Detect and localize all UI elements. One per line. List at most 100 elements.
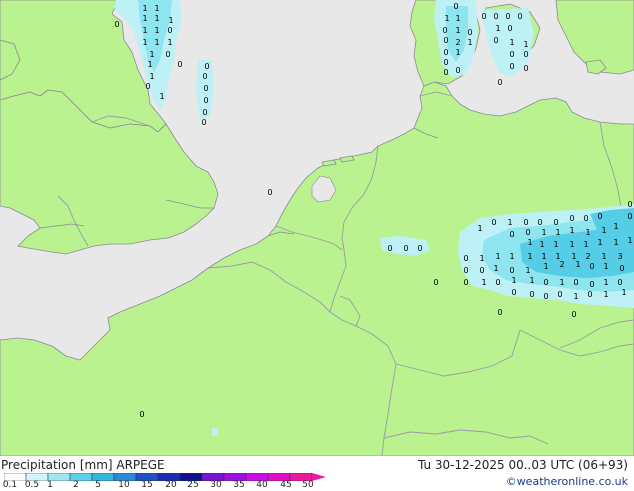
- precip-station-marker: 3: [617, 252, 622, 261]
- precip-station-marker: 1: [154, 26, 159, 35]
- precip-station-marker: 1: [569, 240, 574, 249]
- precip-station-marker: 0: [511, 288, 516, 297]
- precip-station-marker: 1: [142, 38, 147, 47]
- precip-station-marker: 1: [627, 236, 632, 245]
- precip-station-marker: 0: [443, 36, 448, 45]
- precip-station-marker: 0: [497, 308, 502, 317]
- map-title: Precipitation [mm] ARPEGE: [1, 458, 165, 472]
- precip-station-marker: 1: [569, 226, 574, 235]
- precip-station-marker: 0: [597, 212, 602, 221]
- precip-station-marker: 1: [527, 238, 532, 247]
- precip-station-marker: 1: [583, 240, 588, 249]
- precip-station-marker: 1: [525, 266, 530, 275]
- scale-tick-label: 25: [187, 480, 199, 490]
- precip-station-marker: 0: [523, 50, 528, 59]
- precip-station-marker: 1: [601, 226, 606, 235]
- precip-station-marker: 1: [543, 262, 548, 271]
- precip-station-marker: 0: [589, 280, 594, 289]
- precip-station-marker: 0: [517, 12, 522, 21]
- precip-station-marker: 1: [541, 252, 546, 261]
- precip-station-marker: 2: [585, 252, 590, 261]
- precip-station-marker: 1: [507, 218, 512, 227]
- precip-station-marker: 0: [204, 62, 209, 71]
- precip-station-marker: 0: [165, 50, 170, 59]
- precip-station-marker: 0: [114, 20, 119, 29]
- precip-station-marker: 0: [497, 78, 502, 87]
- precip-station-marker: 0: [267, 188, 272, 197]
- map-footer: Precipitation [mm] ARPEGE Tu 30-12-2025 …: [0, 456, 634, 490]
- scale-tick-label: 5: [95, 480, 101, 490]
- precip-station-marker: 0: [509, 62, 514, 71]
- precip-station-marker: 1: [154, 4, 159, 13]
- precip-station-marker: 1: [621, 288, 626, 297]
- precip-station-marker: 0: [493, 36, 498, 45]
- precip-station-marker: 0: [525, 228, 530, 237]
- precip-station-marker: 1: [154, 38, 159, 47]
- precip-station-marker: 1: [444, 14, 449, 23]
- precip-station-marker: 0: [627, 200, 632, 209]
- scale-tick-label: 1: [47, 480, 53, 490]
- precip-station-marker: 0: [453, 2, 458, 11]
- precip-station-marker: 0: [202, 108, 207, 117]
- precip-station-marker: 0: [463, 278, 468, 287]
- precip-station-marker: 0: [529, 290, 534, 299]
- scale-tick-label: 35: [233, 480, 245, 490]
- precip-station-marker: 1: [167, 38, 172, 47]
- precip-station-marker: 1: [553, 240, 558, 249]
- precip-station-marker: 1: [455, 14, 460, 23]
- precip-station-marker: 1: [613, 222, 618, 231]
- precip-station-marker: 1: [575, 260, 580, 269]
- scale-tick-label: 20: [165, 480, 177, 490]
- precip-station-marker: 0: [627, 212, 632, 221]
- scale-tick-label: 40: [256, 480, 268, 490]
- precipitation-map: 1111111011110011010000000001101002101000…: [0, 0, 634, 456]
- precip-station-marker: 0: [442, 26, 447, 35]
- precip-station-marker: 1: [495, 24, 500, 33]
- precip-station-marker: 1: [603, 278, 608, 287]
- precip-station-marker: 0: [509, 50, 514, 59]
- precip-station-marker: 1: [467, 38, 472, 47]
- precip-station-marker: 1: [603, 262, 608, 271]
- precip-station-marker: 1: [559, 278, 564, 287]
- precip-station-marker: 0: [455, 66, 460, 75]
- precip-station-marker: 1: [149, 50, 154, 59]
- precip-station-marker: 0: [543, 292, 548, 301]
- precip-station-marker: 2: [559, 260, 564, 269]
- precip-station-marker: 1: [555, 228, 560, 237]
- precip-station-marker: 1: [149, 72, 154, 81]
- valid-time: Tu 30-12-2025 00..03 UTC (06+93): [417, 458, 628, 472]
- precip-station-marker: 0: [523, 218, 528, 227]
- precip-station-marker: 1: [511, 276, 516, 285]
- precip-station-marker: 0: [463, 254, 468, 263]
- precip-station-marker: 0: [479, 266, 484, 275]
- precip-station-marker: 0: [557, 290, 562, 299]
- precip-station-marker: 1: [523, 40, 528, 49]
- precip-station-marker: 1: [481, 278, 486, 287]
- scale-tick-label: 2: [73, 480, 79, 490]
- precip-station-marker: 1: [529, 276, 534, 285]
- precip-station-marker: 1: [479, 254, 484, 263]
- precip-station-marker: 0: [139, 410, 144, 419]
- precip-station-marker: 0: [617, 278, 622, 287]
- precip-station-marker: 0: [493, 12, 498, 21]
- precip-station-marker: 1: [541, 228, 546, 237]
- scale-tick-label: 50: [302, 480, 314, 490]
- precip-station-marker: 1: [613, 238, 618, 247]
- precip-station-marker: 1: [455, 48, 460, 57]
- precip-station-marker: 1: [493, 264, 498, 273]
- scale-tick-label: 30: [210, 480, 222, 490]
- precip-station-marker: 0: [619, 264, 624, 273]
- precip-station-marker: 0: [203, 96, 208, 105]
- precip-station-marker: 1: [168, 16, 173, 25]
- precip-station-marker: 0: [443, 68, 448, 77]
- precip-station-marker: 0: [403, 244, 408, 253]
- scale-tick-label: 0.1: [2, 480, 18, 490]
- precip-station-marker: 0: [583, 214, 588, 223]
- precip-station-marker: 0: [145, 82, 150, 91]
- precip-station-marker: 1: [142, 4, 147, 13]
- precip-station-marker: 1: [142, 26, 147, 35]
- precip-station-marker: 0: [177, 60, 182, 69]
- credit-link[interactable]: ©weatheronline.co.uk: [506, 475, 628, 489]
- precip-station-marker: 1: [509, 252, 514, 261]
- precip-station-marker: 1: [597, 238, 602, 247]
